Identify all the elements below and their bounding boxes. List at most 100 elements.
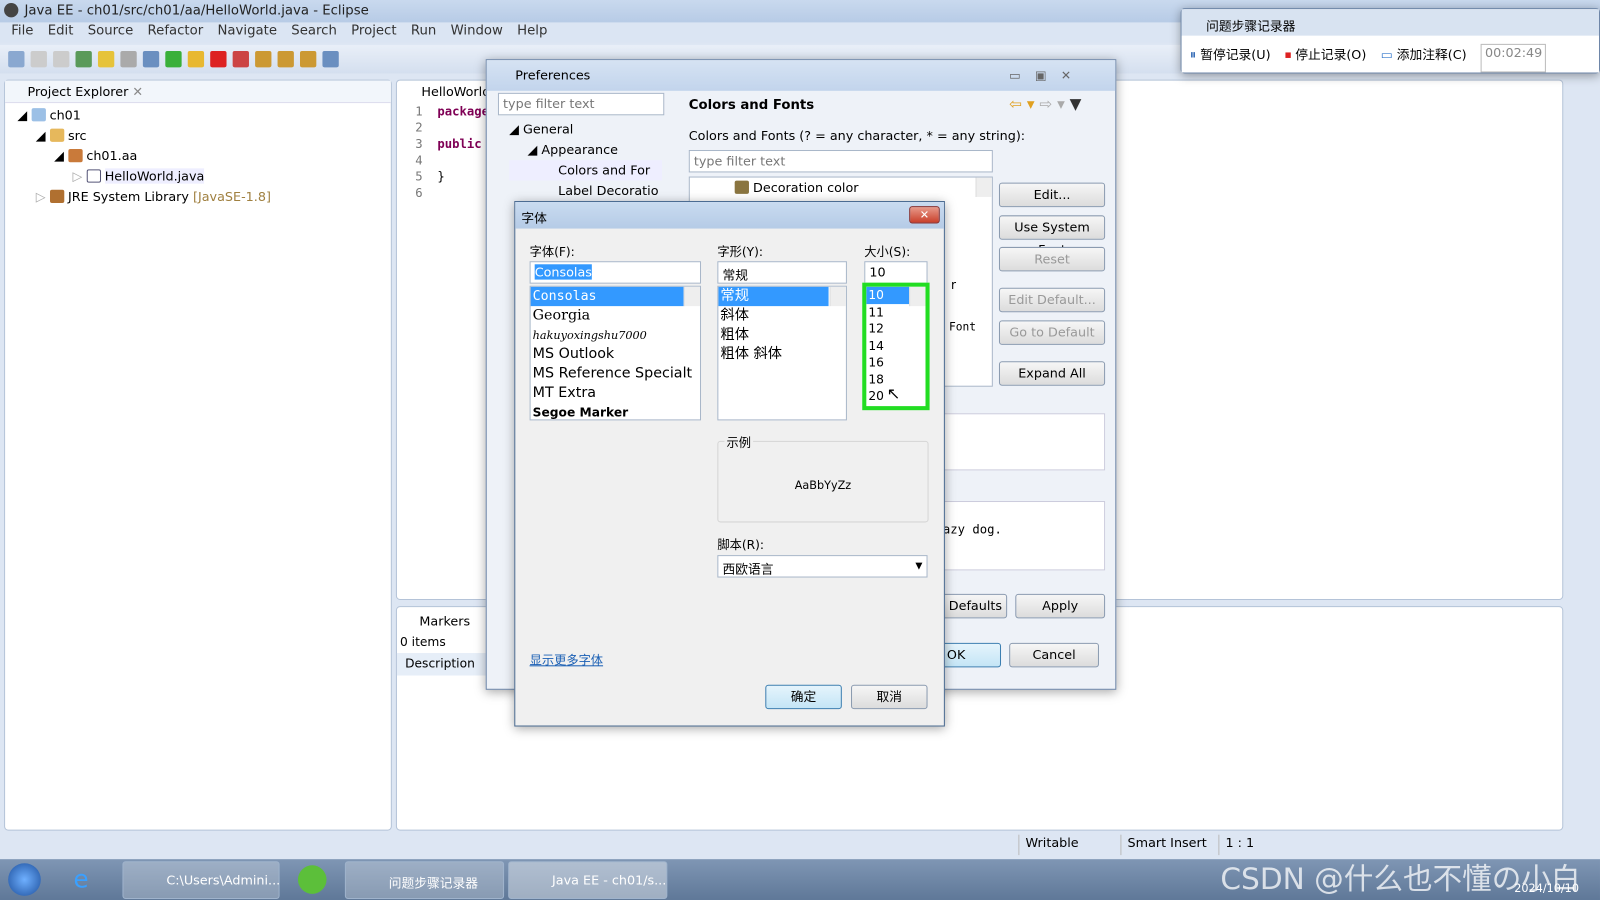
tree-item-jre[interactable]: ▷ JRE System Library [JavaSE-1.8] (5, 187, 391, 207)
new-icon[interactable] (8, 51, 25, 68)
use-system-font-button[interactable]: Use System Font (998, 215, 1106, 257)
ok-button[interactable]: OK (935, 642, 1002, 668)
font-name-input[interactable]: Consolas (529, 261, 702, 284)
pref-tree-general[interactable]: ◢ General (509, 119, 662, 139)
run-icon[interactable] (165, 51, 182, 68)
markers-tab[interactable]: Markers (419, 613, 470, 628)
tree-label-suffix: [JavaSE-1.8] (192, 188, 271, 205)
font-ok-button[interactable]: 确定 (765, 684, 842, 710)
color-swatch-icon (734, 180, 749, 194)
colors-filter-input[interactable]: type filter text (688, 149, 993, 173)
window-controls[interactable]: ▭▣✕ (1009, 68, 1101, 82)
font-list-scrollbar[interactable] (683, 286, 700, 307)
size-option[interactable]: 12 (866, 320, 925, 337)
start-button[interactable] (8, 863, 41, 896)
cancel-button[interactable]: Cancel (1009, 642, 1099, 668)
task-icon[interactable] (322, 51, 339, 68)
scrollbar[interactable] (975, 177, 992, 197)
menu-window[interactable]: Window (443, 22, 510, 42)
add-comment-button[interactable]: ▭ 添加注释(C) (1381, 44, 1467, 73)
disconnect-icon[interactable] (232, 51, 249, 68)
font-option[interactable]: Georgia (531, 306, 700, 325)
restore-defaults-button[interactable]: e Defaults (935, 593, 1008, 619)
style-option[interactable]: 常规 (718, 286, 829, 307)
style-option[interactable]: 斜体 (718, 306, 846, 325)
close-button[interactable]: ✕ (909, 206, 940, 224)
list-item[interactable]: Decoration color (753, 180, 858, 195)
apply-button[interactable]: Apply (1015, 593, 1106, 619)
menu-project[interactable]: Project (344, 22, 404, 42)
step-over-icon[interactable] (277, 51, 294, 68)
app-icon[interactable] (297, 865, 327, 894)
font-option[interactable]: MT Extra (531, 384, 700, 403)
menu-navigate[interactable]: Navigate (210, 22, 284, 42)
font-option[interactable]: hakuyoxingshu7000 (531, 326, 700, 345)
pref-tree-appearance[interactable]: ◢ Appearance (509, 140, 662, 160)
terminate-icon[interactable] (210, 51, 227, 68)
java-file-icon (86, 169, 101, 183)
size-option[interactable]: 16 (866, 354, 925, 371)
style-option[interactable]: 粗体 (718, 326, 846, 345)
reset-button[interactable]: Reset (998, 246, 1106, 272)
font-style-input[interactable]: 常规 (717, 261, 847, 284)
menu-source[interactable]: Source (81, 22, 141, 42)
font-option[interactable]: Consolas (530, 286, 684, 307)
tree-item-helloworld[interactable]: ▷ HelloWorld.java (5, 166, 391, 186)
tree-item-package[interactable]: ◢ ch01.aa (5, 146, 391, 166)
font-option[interactable]: Segoe Marker (531, 403, 700, 419)
style-list-scrollbar[interactable] (829, 286, 846, 307)
stop-record-button[interactable]: ⏹ 停止记录(O) (1285, 44, 1366, 73)
edit-default-button[interactable]: Edit Default... (998, 287, 1106, 313)
menu-run[interactable]: Run (404, 22, 444, 42)
step-into-icon[interactable] (255, 51, 272, 68)
size-list-scrollbar[interactable] (909, 286, 926, 307)
toolbar-icon[interactable] (120, 51, 137, 68)
pause-record-button[interactable]: ⏸ 暂停记录(U) (1190, 44, 1271, 73)
pref-tree-label-decorations[interactable]: Label Decoratio (509, 181, 662, 201)
sample-text: AaBbYyZz (794, 478, 852, 492)
menu-refactor[interactable]: Refactor (140, 22, 210, 42)
save-icon[interactable] (30, 51, 47, 68)
font-size-input[interactable]: 10 (864, 261, 928, 284)
menu-help[interactable]: Help (510, 22, 555, 42)
font-option[interactable]: MS Outlook (531, 345, 700, 364)
back-icon[interactable]: ⇦ ▾ ⇨ ▾ ▼ (1009, 95, 1081, 113)
preferences-filter-input[interactable]: type filter text (497, 92, 665, 116)
show-more-fonts-link[interactable]: 显示更多字体 (530, 651, 603, 668)
font-dialog-title: 字体 (521, 210, 547, 226)
highlight-icon[interactable] (97, 51, 115, 68)
font-option[interactable]: MS Reference Specialt (531, 364, 700, 383)
tree-item-src[interactable]: ◢ src (5, 126, 391, 146)
script-select[interactable]: 西欧语言 ▼ (717, 555, 928, 578)
edit-button[interactable]: Edit... (998, 182, 1106, 208)
preferences-title: Preferences (515, 67, 591, 83)
menu-search[interactable]: Search (284, 22, 344, 42)
save-all-icon[interactable] (53, 51, 70, 68)
internet-explorer-icon[interactable]: e (73, 865, 88, 894)
font-cancel-button[interactable]: 取消 (851, 684, 928, 710)
taskbar-explorer[interactable]: C:\Users\Admini... (122, 861, 280, 899)
package-icon (67, 148, 83, 163)
font-style-list[interactable]: 常规 斜体 粗体 粗体 斜体 (717, 285, 847, 421)
status-cursor-position: 1 : 1 (1218, 834, 1310, 856)
menu-file[interactable]: File (4, 22, 40, 42)
console-icon[interactable] (142, 51, 160, 68)
pref-tree-colors-fonts[interactable]: Colors and For (509, 160, 663, 181)
go-to-default-button[interactable]: Go to Default (998, 320, 1106, 345)
step-return-icon[interactable] (299, 51, 317, 68)
style-option[interactable]: 粗体 斜体 (718, 345, 846, 364)
menu-edit[interactable]: Edit (41, 22, 81, 42)
taskbar-steps-recorder[interactable]: 问题步骤记录器 (344, 861, 505, 899)
suspend-icon[interactable] (187, 51, 205, 68)
expand-all-button[interactable]: Expand All (998, 361, 1106, 386)
project-explorer-title[interactable]: Project Explorer (28, 84, 129, 99)
description-column-header[interactable]: Description (396, 653, 489, 676)
editor-tab[interactable]: HelloWorld (421, 84, 490, 99)
tree-item-ch01[interactable]: ◢ ch01 (5, 105, 391, 125)
open-type-icon[interactable] (75, 51, 92, 68)
size-option[interactable]: 10 (866, 286, 910, 304)
font-list[interactable]: Consolas Georgia hakuyoxingshu7000 MS Ou… (529, 285, 702, 421)
sample-group: 示例 AaBbYyZz (717, 433, 929, 523)
taskbar-eclipse[interactable]: Java EE - ch01/s... (508, 861, 668, 899)
size-option[interactable]: 14 (866, 337, 925, 354)
